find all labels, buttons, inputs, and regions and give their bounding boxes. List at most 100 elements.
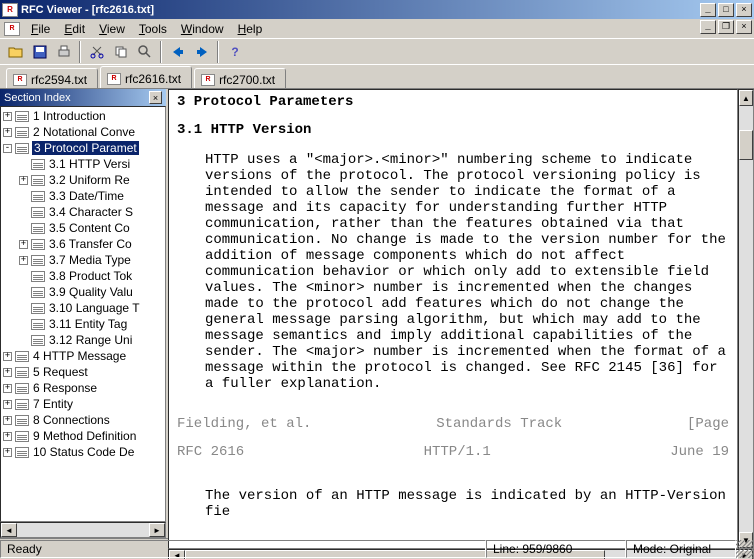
scroll-thumb[interactable]	[739, 130, 753, 160]
page-icon	[15, 431, 29, 442]
expand-icon[interactable]: +	[3, 112, 12, 121]
expand-icon[interactable]: +	[3, 352, 12, 361]
menu-view[interactable]: View	[92, 20, 132, 38]
tree-label: 3.6 Transfer Co	[48, 237, 133, 251]
expand-icon[interactable]: +	[3, 448, 12, 457]
maximize-button[interactable]: □	[718, 3, 734, 17]
tree-item[interactable]: +3.2 Uniform Re	[1, 172, 165, 188]
tree-item[interactable]: +6 Response	[1, 380, 165, 396]
footer-mid: Standards Track	[436, 416, 562, 432]
file-icon: R	[13, 74, 27, 86]
tree-item[interactable]: 3.1 HTTP Versi	[1, 156, 165, 172]
close-button[interactable]: ×	[736, 3, 752, 17]
tree-label: 7 Entity	[32, 397, 74, 411]
scroll-up-icon[interactable]: ▲	[739, 90, 753, 106]
document-tabs: Rrfc2594.txtRrfc2616.txtRrfc2700.txt	[0, 64, 754, 88]
content-vscrollbar[interactable]: ▲ ▼	[738, 89, 754, 549]
find-button[interactable]	[133, 41, 156, 63]
page-icon	[15, 143, 29, 154]
tree-label: 6 Response	[32, 381, 98, 395]
menu-file[interactable]: File	[24, 20, 57, 38]
tree-item[interactable]: +9 Method Definition	[1, 428, 165, 444]
tree-item[interactable]: 3.11 Entity Tag	[1, 316, 165, 332]
footer-left: Fielding, et al.	[177, 416, 311, 432]
expand-icon[interactable]: +	[3, 128, 12, 137]
status-ready: Ready	[0, 540, 486, 558]
page-icon	[31, 159, 45, 170]
expand-icon[interactable]: +	[3, 384, 12, 393]
tab-rfc2594-txt[interactable]: Rrfc2594.txt	[6, 68, 98, 88]
tree-item[interactable]: +4 HTTP Message	[1, 348, 165, 364]
tree-item[interactable]: 3.12 Range Uni	[1, 332, 165, 348]
tree-label: 1 Introduction	[32, 109, 107, 123]
expand-icon[interactable]: +	[3, 368, 12, 377]
tree-item[interactable]: 3.10 Language T	[1, 300, 165, 316]
scroll-left-icon[interactable]: ◄	[1, 523, 17, 537]
tree-label: 10 Status Code De	[32, 445, 135, 459]
menu-window[interactable]: Window	[174, 20, 231, 38]
expand-icon[interactable]: +	[19, 256, 28, 265]
section-tree[interactable]: +1 Introduction+2 Notational Conve-3 Pro…	[0, 106, 166, 522]
tree-item[interactable]: +10 Status Code De	[1, 444, 165, 460]
sidebar-hscrollbar[interactable]: ◄ ►	[0, 522, 166, 538]
toolbar: ?	[0, 38, 754, 64]
page-icon	[31, 287, 45, 298]
page-icon	[31, 335, 45, 346]
open-button[interactable]	[4, 41, 27, 63]
tree-item[interactable]: +7 Entity	[1, 396, 165, 412]
tab-rfc2616-txt[interactable]: Rrfc2616.txt	[100, 66, 192, 88]
tab-label: rfc2594.txt	[31, 73, 87, 87]
tree-item[interactable]: +8 Connections	[1, 412, 165, 428]
page-footer: Fielding, et al. Standards Track [Page	[177, 416, 729, 432]
forward-button[interactable]	[190, 41, 213, 63]
help-button[interactable]: ?	[223, 41, 246, 63]
back-button[interactable]	[166, 41, 189, 63]
mdi-restore-button[interactable]: ❐	[718, 20, 734, 34]
tree-item[interactable]: 3.4 Character S	[1, 204, 165, 220]
menu-tools[interactable]: Tools	[132, 20, 174, 38]
expand-icon[interactable]: +	[19, 240, 28, 249]
tab-label: rfc2616.txt	[125, 72, 181, 86]
tree-label: 3.8 Product Tok	[48, 269, 133, 283]
header-right: June 19	[670, 444, 729, 460]
tab-label: rfc2700.txt	[219, 73, 275, 87]
expand-icon[interactable]: +	[3, 400, 12, 409]
tree-item[interactable]: +5 Request	[1, 364, 165, 380]
sidebar: Section Index × +1 Introduction+2 Notati…	[0, 89, 168, 538]
expand-icon[interactable]: -	[3, 144, 12, 153]
expand-icon[interactable]: +	[3, 432, 12, 441]
tree-item[interactable]: 3.9 Quality Valu	[1, 284, 165, 300]
save-button[interactable]	[28, 41, 51, 63]
scroll-right-icon[interactable]: ►	[149, 523, 165, 537]
tree-item[interactable]: +3.7 Media Type	[1, 252, 165, 268]
cut-button[interactable]	[85, 41, 108, 63]
mdi-minimize-button[interactable]: _	[700, 20, 716, 34]
mdi-close-button[interactable]: ×	[736, 20, 752, 34]
tab-rfc2700-txt[interactable]: Rrfc2700.txt	[194, 68, 286, 88]
tree-item[interactable]: 3.5 Content Co	[1, 220, 165, 236]
expand-icon[interactable]: +	[3, 416, 12, 425]
tree-label: 3.7 Media Type	[48, 253, 132, 267]
menu-help[interactable]: Help	[231, 20, 270, 38]
menu-edit[interactable]: Edit	[57, 20, 92, 38]
page-icon	[31, 191, 45, 202]
print-button[interactable]	[52, 41, 75, 63]
tree-item[interactable]: 3.3 Date/Time	[1, 188, 165, 204]
tree-item[interactable]: +3.6 Transfer Co	[1, 236, 165, 252]
header-left: RFC 2616	[177, 444, 244, 460]
tree-item[interactable]: -3 Protocol Paramet	[1, 140, 165, 156]
page-icon	[31, 223, 45, 234]
document-icon[interactable]: R	[4, 22, 20, 36]
tree-item[interactable]: 3.8 Product Tok	[1, 268, 165, 284]
sidebar-title-label: Section Index	[4, 92, 71, 104]
expand-icon[interactable]: +	[19, 176, 28, 185]
copy-button[interactable]	[109, 41, 132, 63]
minimize-button[interactable]: _	[700, 3, 716, 17]
window-title: RFC Viewer - [rfc2616.txt]	[21, 4, 698, 16]
tree-item[interactable]: +1 Introduction	[1, 108, 165, 124]
status-mode: Mode: Original	[626, 540, 736, 558]
tree-item[interactable]: +2 Notational Conve	[1, 124, 165, 140]
document-content[interactable]: 3 Protocol Parameters 3.1 HTTP Version H…	[168, 89, 738, 549]
resize-grip-icon[interactable]	[736, 540, 754, 558]
sidebar-close-button[interactable]: ×	[149, 91, 162, 104]
